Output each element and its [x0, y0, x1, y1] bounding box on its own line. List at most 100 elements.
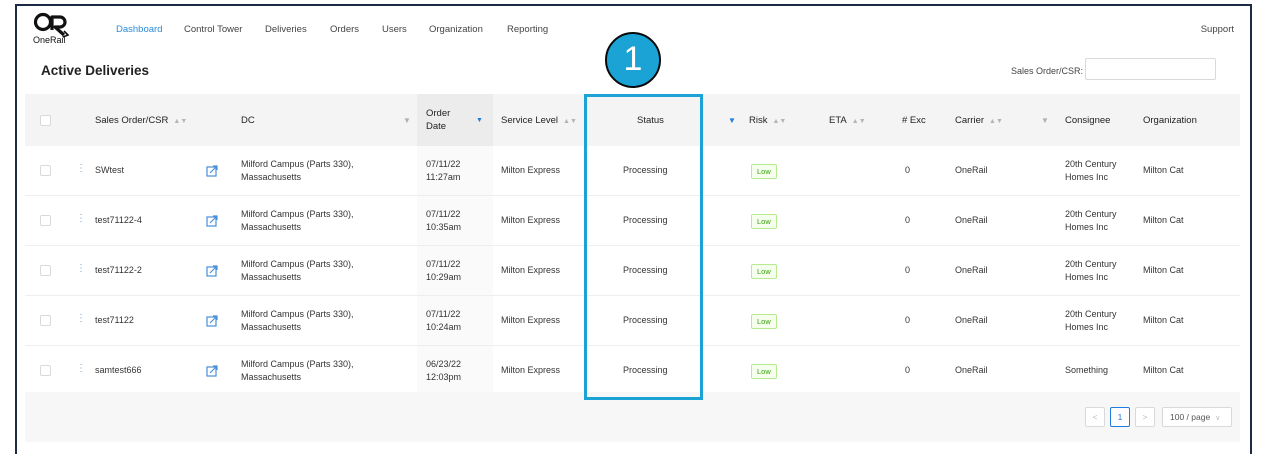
consignee-cell: 20th Century Homes Inc — [1065, 258, 1117, 284]
row-checkbox[interactable] — [40, 265, 51, 276]
service-level-cell: Milton Express — [501, 265, 561, 275]
nav-organization[interactable]: Organization — [429, 24, 483, 35]
pagination-prev[interactable]: < — [1085, 407, 1105, 427]
consignee-line1: 20th Century — [1065, 209, 1117, 219]
risk-badge: Low — [751, 364, 777, 379]
dc-cell: Milford Campus (Parts 330), Massachusetts — [241, 358, 354, 384]
header-sales-order[interactable]: Sales Order/CSR ▲▼ — [95, 115, 187, 126]
order-date-cell: 07/11/22 10:29am — [426, 258, 461, 284]
order-date-cell: 06/23/22 12:03pm — [426, 358, 461, 384]
risk-badge: Low — [751, 314, 777, 329]
dc-cell: Milford Campus (Parts 330), Massachusetts — [241, 258, 354, 284]
logo-text: OneRail — [33, 35, 66, 45]
header-dc[interactable]: DC — [241, 115, 255, 126]
consignee-line2: Homes Inc — [1065, 172, 1109, 182]
header-service-level[interactable]: Service Level ▲▼ — [501, 115, 577, 126]
nav-users[interactable]: Users — [382, 24, 407, 35]
service-level-cell: Milton Express — [501, 165, 561, 175]
more-vertical-icon[interactable]: ⋮ — [76, 263, 86, 274]
sales-order-cell[interactable]: test71122-2 — [95, 265, 142, 275]
sort-icon[interactable]: ▲▼ — [563, 118, 577, 125]
row-checkbox[interactable] — [40, 215, 51, 226]
callout-badge: 1 — [605, 32, 661, 88]
dc-line2: Massachusetts — [241, 272, 302, 282]
sort-icon[interactable]: ▲▼ — [772, 118, 786, 125]
organization-cell: Milton Cat — [1143, 315, 1184, 325]
header-order-date[interactable]: Order Date — [426, 107, 450, 133]
row-checkbox[interactable] — [40, 315, 51, 326]
header-eta[interactable]: ETA ▲▼ — [829, 115, 866, 126]
row-checkbox[interactable] — [40, 365, 51, 376]
sales-order-cell[interactable]: SWtest — [95, 165, 124, 175]
exc-cell: 0 — [905, 265, 911, 275]
filter-icon[interactable]: ▼ — [728, 116, 736, 125]
filter-icon[interactable]: ▼ — [1041, 116, 1049, 125]
service-level-cell: Milton Express — [501, 365, 561, 375]
sort-icon[interactable]: ▲▼ — [173, 118, 187, 125]
sales-order-cell[interactable]: test71122-4 — [95, 215, 142, 225]
organization-cell: Milton Cat — [1143, 215, 1184, 225]
sales-order-cell[interactable]: samtest666 — [95, 365, 142, 375]
consignee-line2: Homes Inc — [1065, 322, 1109, 332]
open-external-icon[interactable] — [206, 315, 218, 327]
page-size-label: 100 / page — [1170, 412, 1211, 422]
dc-line1: Milford Campus (Parts 330), — [241, 159, 354, 169]
organization-cell: Milton Cat — [1143, 365, 1184, 375]
nav-support[interactable]: Support — [1201, 24, 1234, 35]
header-exc[interactable]: # Exc — [902, 115, 926, 126]
sort-icon[interactable]: ▲▼ — [989, 118, 1003, 125]
nav-dashboard[interactable]: Dashboard — [116, 24, 162, 35]
nav-reporting[interactable]: Reporting — [507, 24, 548, 35]
onerail-logo[interactable]: OneRail — [33, 12, 85, 52]
dc-line2: Massachusetts — [241, 322, 302, 332]
dc-line1: Milford Campus (Parts 330), — [241, 209, 354, 219]
order-date: 07/11/22 — [426, 159, 461, 169]
consignee-cell: 20th Century Homes Inc — [1065, 308, 1117, 334]
consignee-line2: Homes Inc — [1065, 272, 1109, 282]
consignee-cell: Something — [1065, 365, 1109, 375]
header-consignee[interactable]: Consignee — [1065, 115, 1110, 126]
order-date: 07/11/22 — [426, 259, 461, 269]
nav-orders[interactable]: Orders — [330, 24, 359, 35]
header-service-level-label: Service Level — [501, 115, 559, 126]
exc-cell: 0 — [905, 215, 911, 225]
more-vertical-icon[interactable]: ⋮ — [76, 313, 86, 324]
organization-cell: Milton Cat — [1143, 265, 1184, 275]
consignee-cell: 20th Century Homes Inc — [1065, 208, 1117, 234]
open-external-icon[interactable] — [206, 265, 218, 277]
order-time: 11:27am — [426, 172, 461, 182]
pagination-next[interactable]: > — [1135, 407, 1155, 427]
more-vertical-icon[interactable]: ⋮ — [76, 363, 86, 374]
carrier-cell: OneRail — [955, 215, 988, 225]
nav-deliveries[interactable]: Deliveries — [265, 24, 307, 35]
dc-line2: Massachusetts — [241, 222, 302, 232]
chevron-down-icon: ∨ — [1215, 415, 1221, 422]
select-all-checkbox[interactable] — [40, 115, 51, 126]
header-carrier[interactable]: Carrier ▲▼ — [955, 115, 1003, 126]
more-vertical-icon[interactable]: ⋮ — [76, 163, 86, 174]
header-risk[interactable]: Risk ▲▼ — [749, 115, 786, 126]
header-organization[interactable]: Organization — [1143, 115, 1197, 126]
dc-line1: Milford Campus (Parts 330), — [241, 309, 354, 319]
open-external-icon[interactable] — [206, 215, 218, 227]
sort-icon[interactable]: ▼ — [476, 117, 483, 124]
risk-badge: Low — [751, 214, 777, 229]
dc-cell: Milford Campus (Parts 330), Massachusetts — [241, 208, 354, 234]
header-carrier-label: Carrier — [955, 115, 985, 126]
risk-badge: Low — [751, 264, 777, 279]
more-vertical-icon[interactable]: ⋮ — [76, 213, 86, 224]
sales-order-search-input[interactable] — [1085, 58, 1216, 80]
open-external-icon[interactable] — [206, 365, 218, 377]
open-external-icon[interactable] — [206, 165, 218, 177]
page-size-select[interactable]: 100 / page ∨ — [1162, 407, 1232, 427]
header-sales-order-label: Sales Order/CSR — [95, 115, 169, 126]
search-label: Sales Order/CSR: — [1011, 66, 1084, 76]
filter-icon[interactable]: ▼ — [403, 116, 411, 125]
sort-icon[interactable]: ▲▼ — [852, 118, 866, 125]
nav-control-tower[interactable]: Control Tower — [184, 24, 242, 35]
row-checkbox[interactable] — [40, 165, 51, 176]
sales-order-cell[interactable]: test71122 — [95, 315, 134, 325]
dc-line1: Milford Campus (Parts 330), — [241, 359, 354, 369]
pagination-page-1[interactable]: 1 — [1110, 407, 1130, 427]
carrier-cell: OneRail — [955, 315, 988, 325]
